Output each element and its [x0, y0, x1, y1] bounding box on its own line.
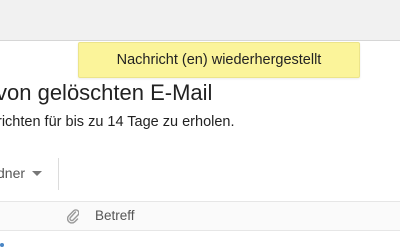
selection-indicator [0, 243, 4, 247]
chevron-down-icon [32, 171, 42, 176]
folder-dropdown-label: dner [0, 165, 26, 181]
toolbar: dner [0, 152, 400, 194]
page-title: von gelöschten E-Mail [0, 80, 213, 105]
page-subtitle: richten für bis zu 14 Tage zu erholen. [0, 114, 235, 130]
move-to-folder-dropdown[interactable]: dner [0, 152, 56, 194]
paperclip-icon[interactable] [66, 208, 80, 224]
message-list-header: Betreff [0, 201, 400, 231]
toolbar-divider [58, 158, 59, 190]
restore-notification-text: Nachricht (en) wiederhergestellt [116, 52, 322, 68]
top-bar [0, 0, 400, 41]
column-header-subject[interactable]: Betreff [95, 207, 135, 225]
paperclip-icon-graphic [66, 209, 80, 224]
restore-notification: Nachricht (en) wiederhergestellt [78, 42, 360, 78]
